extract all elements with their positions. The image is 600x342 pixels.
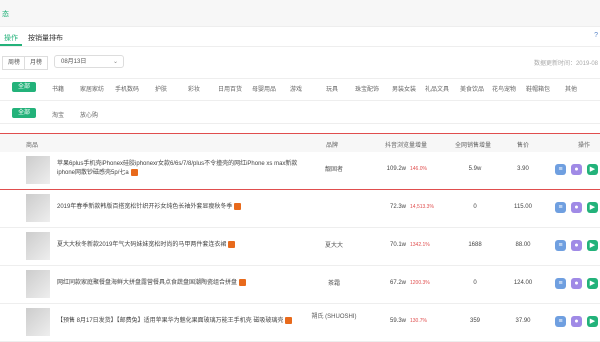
update-time: 数据更新时间：2019-08 bbox=[533, 61, 598, 67]
pv-value: 109.2w bbox=[386, 166, 406, 172]
category-item[interactable]: 玩具 bbox=[326, 84, 338, 93]
col-product: 商品 bbox=[26, 143, 39, 149]
product-title[interactable]: 苹果6plus手机壳iPhonex硅胶iphonexr女款6/6s/7/8/pl… bbox=[57, 160, 312, 178]
product-thumbnail[interactable] bbox=[26, 194, 50, 222]
chart-icon[interactable]: ≡ bbox=[555, 278, 566, 289]
sales-value: 359 bbox=[469, 318, 480, 324]
product-title[interactable]: 【预售 8月17日发货】【邮费兔】适用苹果华为魅化果面玻璃万能王手机壳 磁吸玻璃… bbox=[57, 317, 312, 326]
sales-value: 5.9w bbox=[468, 166, 482, 172]
tab-bar: 操作 按销量排布 ? bbox=[0, 26, 600, 47]
category-item[interactable]: 手机数码 bbox=[115, 84, 139, 93]
category-item[interactable]: 其他 bbox=[565, 84, 577, 93]
tag-icon bbox=[234, 203, 242, 210]
price-value: 37.90 bbox=[515, 318, 531, 324]
date-value: 08月13日 bbox=[61, 59, 87, 65]
category-all-chip[interactable]: 全部 bbox=[12, 82, 36, 92]
price-value: 115.00 bbox=[514, 204, 532, 210]
chart-icon[interactable]: ≡ bbox=[555, 164, 566, 175]
product-thumbnail[interactable] bbox=[26, 308, 50, 336]
price-value: 124.00 bbox=[513, 280, 533, 286]
sales-value: 0 bbox=[473, 280, 477, 286]
col-price: 售价 bbox=[517, 143, 530, 149]
product-title[interactable]: 2019年春季新款韩版百搭宽松针织开衫女纯色长袖外套显瘦秋冬季 bbox=[57, 203, 312, 212]
table-row[interactable]: 2019年春季新款韩版百搭宽松针织开衫女纯色长袖外套显瘦秋冬季 72.3w 14… bbox=[0, 190, 600, 228]
user-icon[interactable]: ● bbox=[571, 202, 582, 213]
col-ops: 操作 bbox=[578, 143, 591, 149]
tag-icon bbox=[130, 169, 138, 176]
top-label: 态 bbox=[2, 11, 9, 18]
col-pv: 抖音浏览量增量 bbox=[385, 143, 428, 149]
tag-icon bbox=[239, 279, 247, 286]
user-icon[interactable]: ● bbox=[571, 278, 582, 289]
category-item[interactable]: 鞋帽箱包 bbox=[526, 84, 550, 93]
pv-growth: 1200.3% bbox=[410, 280, 430, 286]
user-icon[interactable]: ● bbox=[571, 164, 582, 175]
user-icon[interactable]: ● bbox=[571, 316, 582, 327]
month-button[interactable]: 月榜 bbox=[24, 56, 48, 70]
sales-value: 1688 bbox=[468, 242, 482, 248]
pv-growth: 14,513.3% bbox=[410, 204, 434, 210]
pv-growth: 146.0% bbox=[410, 166, 427, 172]
chart-icon[interactable]: ≡ bbox=[555, 316, 566, 327]
category-item[interactable]: 美食饮品 bbox=[460, 84, 484, 93]
tag-icon bbox=[285, 317, 293, 324]
source-item[interactable]: 淘宝 bbox=[52, 110, 64, 119]
table-header: 商品 品牌 抖音浏览量增量 全网销售增量 售价 操作 bbox=[0, 133, 600, 152]
play-icon[interactable]: ▶ bbox=[587, 316, 598, 327]
category-item[interactable]: 珠宝配饰 bbox=[355, 84, 379, 93]
pv-growth: 130.7% bbox=[410, 318, 427, 324]
play-icon[interactable]: ▶ bbox=[587, 278, 598, 289]
table-row[interactable]: 网红同款家庭聚餐盘海鲜大拼盘露营餐具点食蔬盘国潮陶瓷组合拼盘 茶霜 67.2w … bbox=[0, 266, 600, 304]
category-item[interactable]: 礼品文具 bbox=[425, 84, 449, 93]
chevron-down-icon: ⌄ bbox=[112, 59, 118, 65]
product-thumbnail[interactable] bbox=[26, 156, 50, 184]
sales-value: 0 bbox=[473, 204, 477, 210]
pv-value: 67.2w bbox=[389, 280, 406, 286]
category-item[interactable]: 母婴用品 bbox=[252, 84, 276, 93]
col-sales: 全网销售增量 bbox=[455, 143, 492, 149]
pv-growth: 1342.1% bbox=[410, 242, 430, 248]
category-item[interactable]: 家居家纺 bbox=[80, 84, 104, 93]
category-item[interactable]: 彩妆 bbox=[188, 84, 200, 93]
play-icon[interactable]: ▶ bbox=[587, 202, 598, 213]
play-icon[interactable]: ▶ bbox=[587, 240, 598, 251]
price-value: 88.00 bbox=[515, 242, 531, 248]
user-icon[interactable]: ● bbox=[571, 240, 582, 251]
category-item[interactable]: 书籍 bbox=[52, 84, 64, 93]
price-value: 3.90 bbox=[517, 166, 529, 172]
category-item[interactable]: 男装女装 bbox=[392, 84, 416, 93]
chart-icon[interactable]: ≡ bbox=[555, 202, 566, 213]
pv-value: 59.3w bbox=[389, 318, 406, 324]
tab-ops[interactable]: 操作 bbox=[0, 33, 22, 46]
tab-sales-rank[interactable]: 按销量排布 bbox=[28, 33, 63, 43]
source-all-chip[interactable]: 全部 bbox=[12, 108, 36, 118]
date-select[interactable]: 08月13日 ⌄ bbox=[54, 55, 124, 68]
pv-value: 70.1w bbox=[389, 242, 406, 248]
tag-icon bbox=[228, 241, 236, 248]
product-thumbnail[interactable] bbox=[26, 270, 50, 298]
category-item[interactable]: 花鸟宠物 bbox=[492, 84, 516, 93]
product-title[interactable]: 夏大大秋冬新款2019年气大码妹妹宽松时尚的马甲两件套连衣裙 bbox=[57, 241, 312, 250]
table-row[interactable]: 苹果6plus手机壳iPhonex硅胶iphonexr女款6/6s/7/8/pl… bbox=[0, 152, 600, 190]
category-item[interactable]: 日用百货 bbox=[218, 84, 242, 93]
table-row[interactable]: 夏大大秋冬新款2019年气大码妹妹宽松时尚的马甲两件套连衣裙 夏大大 70.1w… bbox=[0, 228, 600, 266]
product-thumbnail[interactable] bbox=[26, 232, 50, 260]
source-item[interactable]: 放心购 bbox=[80, 110, 98, 119]
chart-icon[interactable]: ≡ bbox=[555, 240, 566, 251]
top-strip: 态 bbox=[0, 0, 600, 27]
week-button[interactable]: 周榜 bbox=[2, 56, 26, 70]
category-item[interactable]: 游戏 bbox=[290, 84, 302, 93]
table-row[interactable]: 【预售 8月17日发货】【邮费兔】适用苹果华为魅化果面玻璃万能王手机壳 磁吸玻璃… bbox=[0, 304, 600, 342]
product-title[interactable]: 网红同款家庭聚餐盘海鲜大拼盘露营餐具点食蔬盘国潮陶瓷组合拼盘 bbox=[57, 279, 312, 288]
col-brand: 品牌 bbox=[326, 143, 339, 149]
category-item[interactable]: 护肤 bbox=[155, 84, 167, 93]
play-icon[interactable]: ▶ bbox=[587, 164, 598, 175]
help-icon[interactable]: ? bbox=[594, 32, 598, 39]
pv-value: 72.3w bbox=[389, 204, 406, 210]
